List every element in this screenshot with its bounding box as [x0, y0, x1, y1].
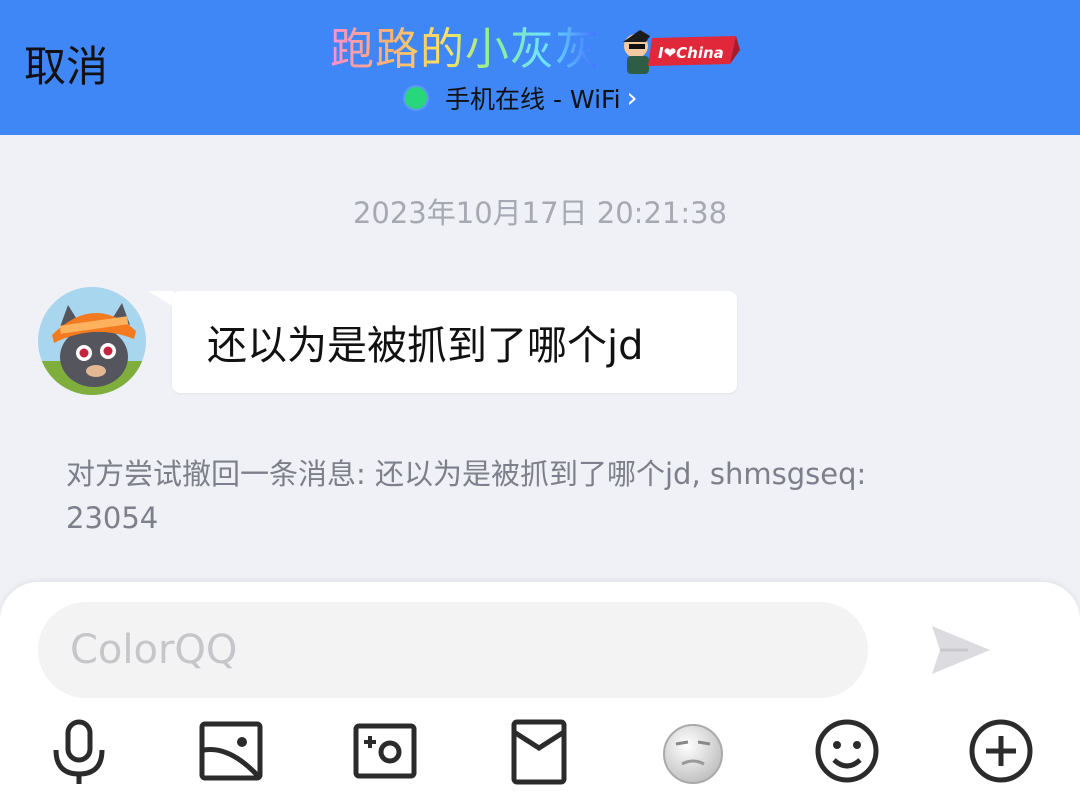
message-bubble[interactable]: 还以为是被抓到了哪个jd: [172, 291, 737, 393]
chevron-right-icon: ›: [626, 81, 638, 114]
camera-button[interactable]: [350, 716, 420, 786]
sticker-button[interactable]: [658, 716, 728, 786]
sticker-face-icon: [663, 724, 723, 784]
cancel-button[interactable]: 取消: [24, 40, 108, 94]
online-dot-icon: [405, 87, 427, 109]
recall-notice: 对方尝试撤回一条消息: 还以为是被抓到了哪个jd, shmsgseq: 2305…: [66, 457, 867, 535]
message-text: 还以为是被抓到了哪个jd: [207, 323, 644, 369]
voice-button[interactable]: [44, 716, 114, 786]
i-love-china-badge-icon: I❤China: [623, 30, 740, 74]
red-packet-button[interactable]: [504, 716, 574, 786]
message-composer: ColorQQ: [0, 582, 1080, 807]
status-label: 手机在线 - WiFi: [445, 85, 621, 114]
svg-text:I❤China: I❤China: [658, 44, 724, 62]
image-icon: [199, 721, 263, 781]
camera-icon: [353, 723, 417, 779]
avatar[interactable]: [38, 287, 146, 395]
red-envelope-icon: [511, 719, 567, 785]
more-button[interactable]: [966, 716, 1036, 786]
send-arrow-icon[interactable]: [928, 622, 994, 678]
contact-title[interactable]: 跑路的小灰灰 I❤China: [330, 20, 740, 80]
contact-name: 跑路的小灰灰: [330, 22, 600, 78]
chat-header: 取消 跑路的小灰灰 I❤China 手机在线 - WiFi ›: [0, 0, 1080, 135]
message-input[interactable]: ColorQQ: [38, 602, 868, 698]
emoji-icon: [815, 719, 879, 783]
photo-button[interactable]: [196, 716, 266, 786]
message-timestamp: 2023年10月17日 20:21:38: [352, 196, 728, 230]
emoji-button[interactable]: [812, 716, 882, 786]
microphone-icon: [53, 719, 105, 784]
grey-wolf-avatar-icon: [38, 287, 146, 395]
online-status[interactable]: 手机在线 - WiFi ›: [405, 80, 638, 116]
bubble-tail: [148, 291, 174, 307]
input-placeholder: ColorQQ: [70, 627, 238, 673]
plus-circle-icon: [969, 719, 1033, 783]
